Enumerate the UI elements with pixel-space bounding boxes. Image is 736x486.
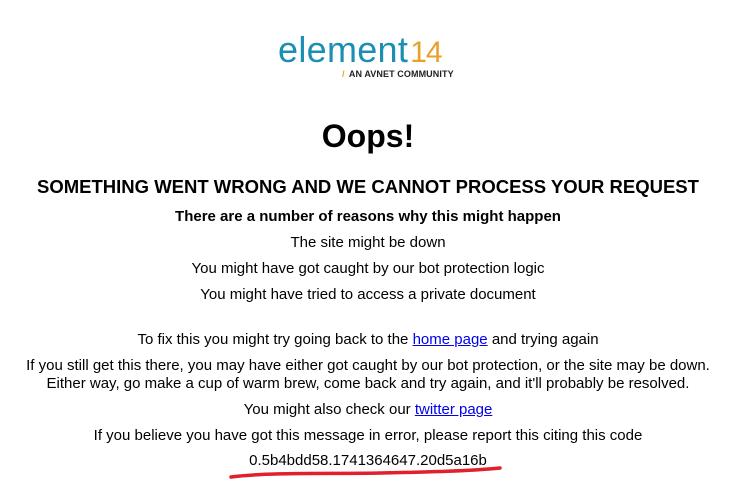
logo-tagline: / AN AVNET COMMUNITY bbox=[342, 69, 454, 79]
fix-suffix-text: and trying again bbox=[491, 331, 599, 348]
error-headline: SOMETHING WENT WRONG AND WE CANNOT PROCE… bbox=[37, 176, 699, 197]
error-code: 0.5b4bdd58.1741364647.20d5a16b bbox=[249, 452, 487, 469]
reasons-heading: There are a number of reasons why this m… bbox=[175, 208, 561, 225]
page-title: Oops! bbox=[321, 118, 415, 154]
fix-instruction: To fix this you might try going back to … bbox=[0, 331, 736, 349]
element14-logo: element14 / AN AVNET COMMUNITY bbox=[278, 30, 468, 82]
logo-tagline-slash: / bbox=[342, 69, 345, 79]
logo-tagline-text: AN AVNET COMMUNITY bbox=[348, 69, 454, 79]
reason-item: The site might be down bbox=[290, 234, 446, 251]
still-getting-line-1: If you still get this there, you may hav… bbox=[26, 357, 710, 374]
reason-item: You might have tried to access a private… bbox=[200, 286, 536, 303]
reason-item: You might have got caught by our bot pro… bbox=[191, 260, 545, 277]
home-page-link[interactable]: home page bbox=[413, 331, 488, 348]
report-instruction: If you believe you have got this message… bbox=[93, 427, 643, 444]
twitter-page-link[interactable]: twitter page bbox=[415, 401, 493, 418]
still-getting-line-2: Either way, go make a cup of warm brew, … bbox=[46, 375, 690, 392]
logo-wordmark: element14 bbox=[278, 29, 443, 73]
fix-prefix-text: To fix this you might try going back to … bbox=[137, 331, 409, 348]
check-prefix-text: You might also check our bbox=[243, 401, 411, 418]
logo-number: 14 bbox=[410, 36, 442, 69]
check-twitter: You might also check our twitter page bbox=[0, 401, 736, 419]
logo-word-text: element bbox=[278, 29, 409, 70]
